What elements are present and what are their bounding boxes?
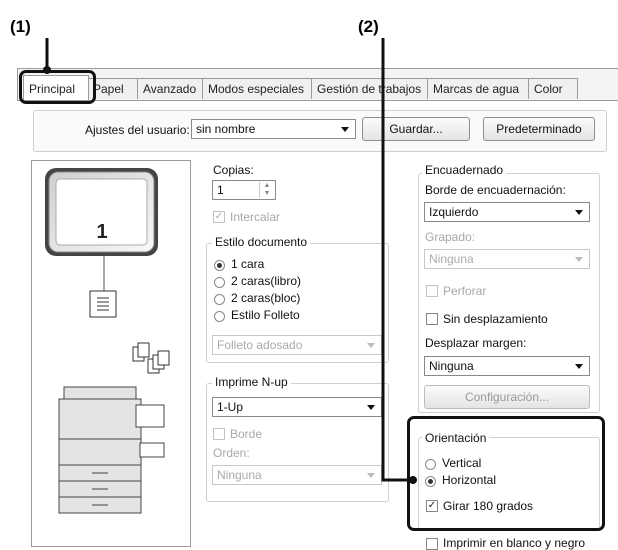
callout-leader-lines (43, 38, 417, 484)
tab-principal[interactable]: Principal (23, 75, 89, 100)
callout-dot-2 (409, 476, 417, 484)
callout-dot-1 (43, 66, 51, 74)
callout-leader-2 (381, 38, 413, 482)
